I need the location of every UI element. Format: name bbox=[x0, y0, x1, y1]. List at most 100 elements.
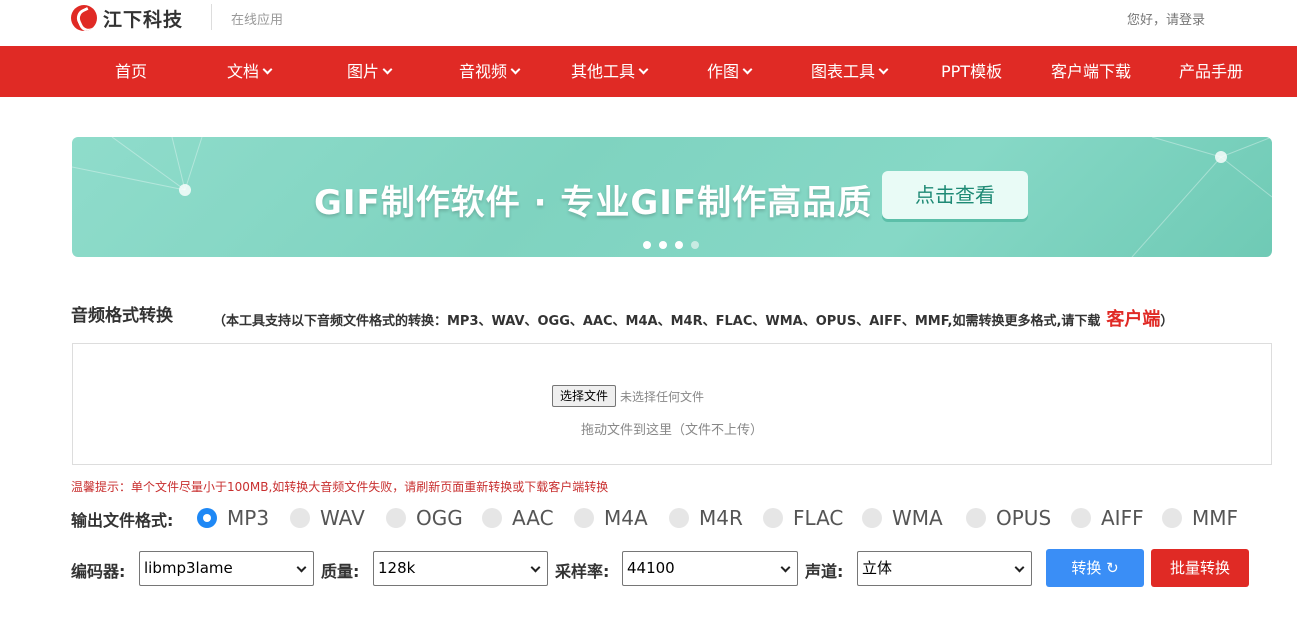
site-header: 江下科技 在线应用 您好，请登录 bbox=[0, 0, 1297, 46]
nav-item-label: 客户端下载 bbox=[1051, 62, 1132, 81]
banner-view-button[interactable]: 点击查看 bbox=[882, 171, 1028, 219]
samplerate-label: 采样率: bbox=[555, 562, 610, 581]
supported-formats-text: （本工具支持以下音频文件格式的转换：MP3、WAV、OGG、AAC、M4A、M4… bbox=[213, 314, 1101, 329]
radio-aac[interactable]: AAC bbox=[482, 506, 554, 530]
samplerate-value: 44100 bbox=[627, 559, 675, 577]
no-file-label: 未选择任何文件 bbox=[620, 389, 705, 404]
nav-item-label: PPT模板 bbox=[941, 62, 1003, 81]
nav-item-product-manual[interactable]: 产品手册 bbox=[1179, 46, 1243, 97]
banner-title: GIF制作软件 · 专业GIF制作高品质 bbox=[314, 183, 873, 223]
radio-label: OGG bbox=[416, 506, 463, 530]
convert-label: 转换 bbox=[1071, 559, 1102, 577]
main-nav: 首页 文档 图片 音视频 其他工具 作图 图表工具 PPT模板 客户端下载 产品… bbox=[0, 46, 1297, 97]
convert-button[interactable]: 转换 ↻ bbox=[1046, 549, 1144, 587]
radio-unchecked-icon bbox=[386, 508, 406, 528]
samplerate-select[interactable]: 44100 bbox=[622, 551, 798, 586]
radio-label: M4A bbox=[604, 506, 648, 530]
encoder-select[interactable]: libmp3lame bbox=[139, 551, 314, 586]
chevron-down-icon bbox=[780, 562, 791, 573]
chevron-down-icon bbox=[262, 64, 273, 74]
logo-text: 江下科技 bbox=[103, 8, 184, 31]
radio-label: AAC bbox=[512, 506, 554, 530]
radio-label: AIFF bbox=[1101, 506, 1144, 530]
radio-ogg[interactable]: OGG bbox=[386, 506, 463, 530]
radio-mmf[interactable]: MMF bbox=[1162, 506, 1238, 530]
radio-unchecked-icon bbox=[763, 508, 783, 528]
nav-item-drawing[interactable]: 作图 bbox=[707, 46, 753, 97]
logo[interactable]: 江下科技 bbox=[71, 2, 183, 34]
drag-hint: 拖动文件到这里（文件不上传） bbox=[580, 423, 763, 438]
chevron-down-icon bbox=[382, 64, 393, 74]
radio-wma[interactable]: WMA bbox=[862, 506, 943, 530]
radio-checked-icon bbox=[197, 508, 217, 528]
radio-unchecked-icon bbox=[669, 508, 689, 528]
channel-value: 立体 bbox=[862, 559, 893, 577]
radio-wav[interactable]: WAV bbox=[290, 506, 365, 530]
encoder-label: 编码器: bbox=[71, 562, 126, 581]
chevron-down-icon bbox=[1014, 562, 1025, 573]
radio-unchecked-icon bbox=[1162, 508, 1182, 528]
radio-unchecked-icon bbox=[862, 508, 882, 528]
radio-unchecked-icon bbox=[574, 508, 594, 528]
nav-item-label: 首页 bbox=[115, 62, 148, 81]
channel-label: 声道: bbox=[805, 562, 844, 581]
header-subtitle: 在线应用 bbox=[231, 13, 284, 28]
carousel-dot-active[interactable] bbox=[691, 241, 699, 249]
nav-item-label: 文档 bbox=[227, 62, 260, 81]
supported-formats-note: （本工具支持以下音频文件格式的转换：MP3、WAV、OGG、AAC、M4A、M4… bbox=[213, 305, 1173, 331]
file-drop-zone[interactable]: 选择文件 未选择任何文件 拖动文件到这里（文件不上传） bbox=[72, 343, 1272, 465]
chevron-down-icon bbox=[530, 562, 541, 573]
radio-flac[interactable]: FLAC bbox=[763, 506, 843, 530]
nav-item-audio-video[interactable]: 音视频 bbox=[459, 46, 521, 97]
output-format-label: 输出文件格式: bbox=[71, 511, 174, 530]
nav-item-label: 作图 bbox=[707, 62, 740, 81]
radio-label: MP3 bbox=[227, 506, 270, 530]
choose-file-button[interactable]: 选择文件 bbox=[552, 385, 617, 407]
nav-item-label: 音视频 bbox=[459, 62, 508, 81]
carousel-dot[interactable] bbox=[643, 241, 651, 249]
channel-select[interactable]: 立体 bbox=[857, 551, 1032, 586]
carousel-dot[interactable] bbox=[659, 241, 667, 249]
page-title: 音频格式转换 bbox=[71, 306, 173, 326]
carousel-dot[interactable] bbox=[675, 241, 683, 249]
nav-item-label: 其他工具 bbox=[571, 62, 636, 81]
nav-item-documents[interactable]: 文档 bbox=[227, 46, 273, 97]
chevron-down-icon bbox=[742, 64, 753, 74]
logo-icon bbox=[71, 5, 97, 31]
file-input: 选择文件 未选择任何文件 bbox=[552, 385, 704, 407]
radio-label: MMF bbox=[1192, 506, 1239, 530]
radio-unchecked-icon bbox=[1071, 508, 1091, 528]
nav-item-images[interactable]: 图片 bbox=[347, 46, 393, 97]
nav-item-ppt-templates[interactable]: PPT模板 bbox=[941, 46, 1002, 97]
radio-unchecked-icon bbox=[290, 508, 310, 528]
batch-convert-button[interactable]: 批量转换 bbox=[1151, 549, 1249, 587]
radio-label: FLAC bbox=[793, 506, 844, 530]
radio-m4r[interactable]: M4R bbox=[669, 506, 743, 530]
radio-label: WMA bbox=[892, 506, 943, 530]
nav-item-home[interactable]: 首页 bbox=[115, 46, 147, 97]
chevron-down-icon bbox=[510, 64, 521, 74]
radio-unchecked-icon bbox=[966, 508, 986, 528]
nav-item-label: 产品手册 bbox=[1179, 62, 1244, 81]
nav-item-client-download[interactable]: 客户端下载 bbox=[1051, 46, 1131, 97]
radio-aiff[interactable]: AIFF bbox=[1071, 506, 1144, 530]
radio-m4a[interactable]: M4A bbox=[574, 506, 648, 530]
nav-item-label: 图片 bbox=[347, 62, 380, 81]
radio-unchecked-icon bbox=[482, 508, 502, 528]
quality-select[interactable]: 128k bbox=[373, 551, 548, 586]
login-link[interactable]: 您好，请登录 bbox=[1127, 9, 1205, 28]
radio-mp3[interactable]: MP3 bbox=[197, 506, 269, 530]
nav-item-other-tools[interactable]: 其他工具 bbox=[571, 46, 649, 97]
quality-value: 128k bbox=[378, 559, 416, 577]
client-download-link[interactable]: 客户端 bbox=[1106, 309, 1160, 330]
closing-paren: ） bbox=[1160, 314, 1174, 329]
promo-banner[interactable]: GIF制作软件 · 专业GIF制作高品质 点击查看 bbox=[72, 137, 1272, 257]
refresh-icon: ↻ bbox=[1106, 559, 1119, 577]
header-divider bbox=[211, 4, 212, 30]
chevron-down-icon bbox=[296, 562, 307, 573]
radio-opus[interactable]: OPUS bbox=[966, 506, 1051, 530]
quality-label: 质量: bbox=[321, 562, 360, 581]
nav-item-chart-tools[interactable]: 图表工具 bbox=[811, 46, 889, 97]
chevron-down-icon bbox=[638, 64, 649, 74]
warning-tip: 温馨提示：单个文件尽量小于100MB,如转换大音频文件失败，请刷新页面重新转换或… bbox=[71, 480, 609, 494]
